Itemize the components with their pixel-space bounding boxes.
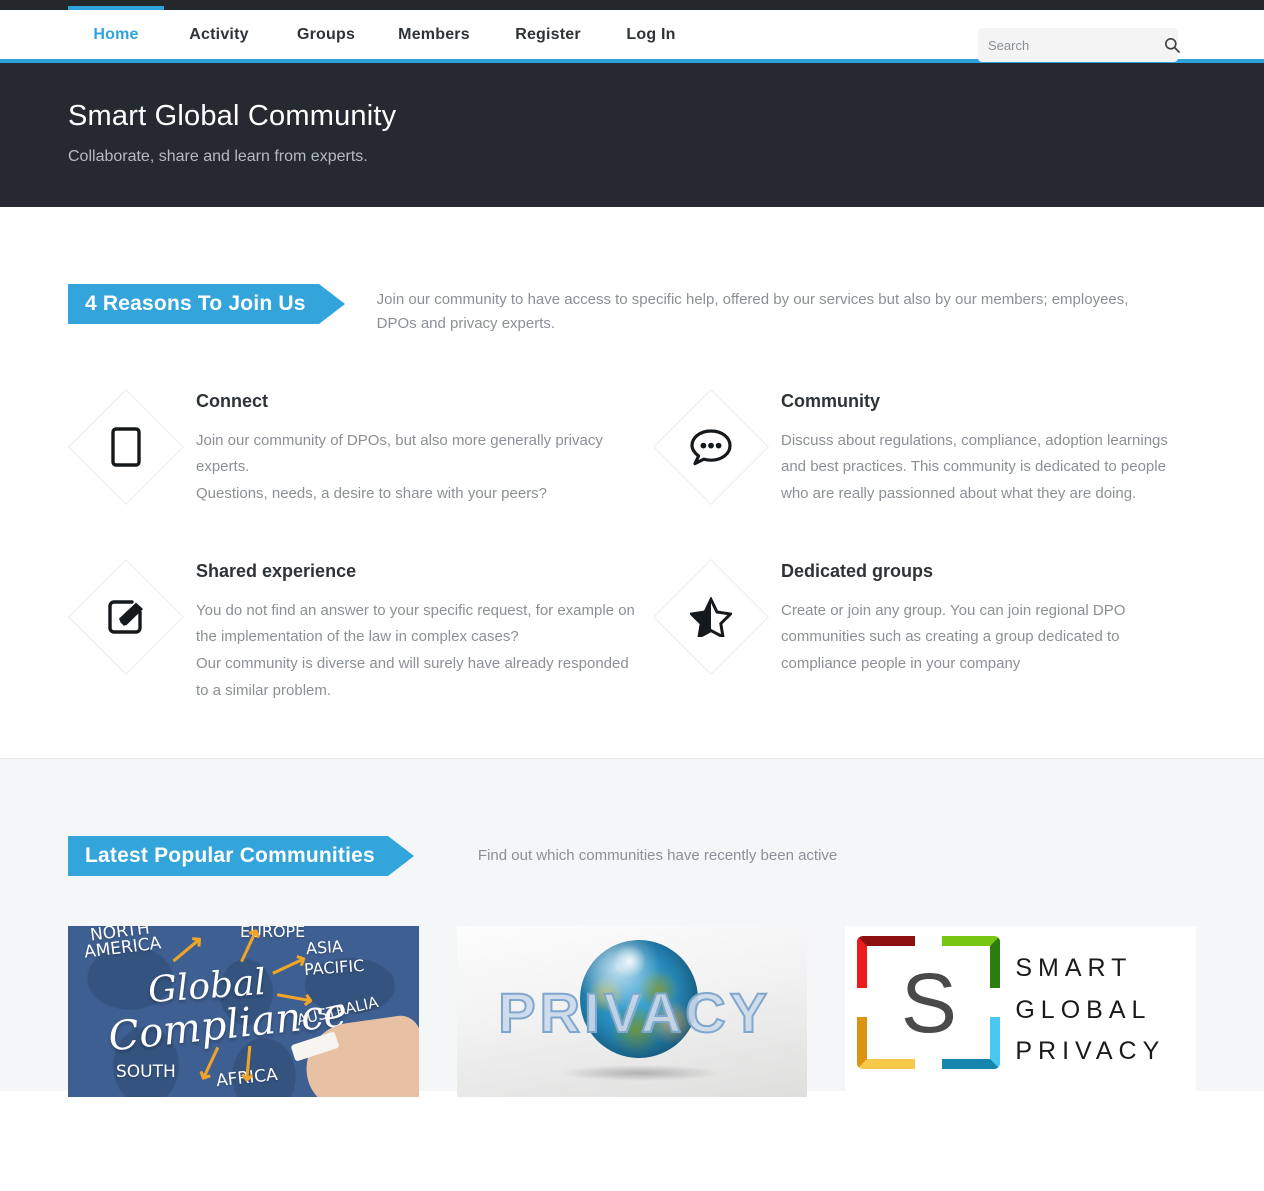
feature-text: Discuss about regulations, compliance, a… xyxy=(781,431,1168,502)
map-label-asia: ASIA xyxy=(305,937,344,959)
features-grid: Connect Join our community of DPOs, but … xyxy=(0,383,1264,705)
reasons-description: Join our community to have access to spe… xyxy=(376,291,1129,333)
nav-item-members[interactable]: Members xyxy=(378,10,490,59)
reasons-ribbon: 4 Reasons To Join Us xyxy=(68,284,345,324)
nav-menu: Home Activity Groups Members Register Lo… xyxy=(68,10,696,59)
admin-top-strip xyxy=(0,0,1264,10)
nav-item-register[interactable]: Register xyxy=(490,10,606,59)
feature-title: Connect xyxy=(196,390,268,411)
speech-bubble-icon xyxy=(690,428,732,465)
page-title: Smart Global Community xyxy=(68,100,397,132)
smart-global-privacy-thumbnail[interactable]: S SMART GLOBAL PRIVACY xyxy=(845,926,1197,1098)
globe-shadow xyxy=(560,1065,719,1082)
feature-community: Community Discuss about regulations, com… xyxy=(653,383,1196,508)
privacy-image: PRIVACY xyxy=(456,926,808,1098)
nav-item-login[interactable]: Log In xyxy=(606,10,696,59)
logo-word-privacy: PRIVACY xyxy=(1015,1036,1166,1065)
feature-shared-experience: Shared experience You do not find an ans… xyxy=(68,553,653,705)
community-cards: NORTH AMERICA EUROPE ASIA PACIFIC AUSTRA… xyxy=(0,926,1264,1098)
global-compliance-thumbnail[interactable]: NORTH AMERICA EUROPE ASIA PACIFIC AUSTRA… xyxy=(68,926,419,1098)
feature-dedicated-groups: Dedicated groups Create or join any grou… xyxy=(653,553,1196,705)
edit-pencil-icon xyxy=(108,599,143,634)
logo-word-smart: SMART xyxy=(1015,954,1133,983)
community-card[interactable]: S SMART GLOBAL PRIVACY xyxy=(845,926,1197,1098)
search-submit-button[interactable] xyxy=(1164,36,1180,54)
feature-icon-frame xyxy=(653,558,769,675)
feature-text: Join our community of DPOs, but also mor… xyxy=(196,431,603,502)
logo-wordmark: SMART GLOBAL PRIVACY xyxy=(1015,948,1165,1072)
logo-word-global: GLOBAL xyxy=(1015,995,1152,1024)
map-label-south: SOUTH xyxy=(116,1062,176,1083)
logo-monogram: S xyxy=(900,955,957,1050)
nav-item-activity[interactable]: Activity xyxy=(164,10,274,59)
feature-text: You do not find an answer to your specif… xyxy=(196,601,635,699)
feature-text: Create or join any group. You can join r… xyxy=(781,601,1126,673)
hero-banner: Smart Global Community Collaborate, shar… xyxy=(0,63,1264,207)
feature-icon-frame xyxy=(653,388,769,505)
communities-section: Latest Popular Communities Find out whic… xyxy=(0,758,1264,1098)
reasons-ribbon-label: 4 Reasons To Join Us xyxy=(85,292,306,315)
search-box[interactable] xyxy=(978,28,1180,62)
community-card[interactable]: PRIVACY xyxy=(456,926,808,1098)
communities-description: Find out which communities have recently… xyxy=(477,847,838,865)
reasons-heading-row: 4 Reasons To Join Us Join our community … xyxy=(0,284,1264,337)
bracket-mark-graphic: S xyxy=(857,936,1001,1070)
arrow-icon: ⟶ xyxy=(232,1044,266,1084)
page-subtitle: Collaborate, share and learn from expert… xyxy=(68,147,368,165)
feature-title: Dedicated groups xyxy=(781,560,934,581)
communities-ribbon: Latest Popular Communities xyxy=(68,836,414,877)
privacy-thumbnail[interactable]: PRIVACY xyxy=(456,926,808,1098)
half-star-icon xyxy=(690,596,732,637)
main-navbar: Home Activity Groups Members Register Lo… xyxy=(0,10,1264,63)
smart-global-privacy-logo: S SMART GLOBAL PRIVACY xyxy=(845,926,1197,1098)
image-word-privacy: PRIVACY xyxy=(497,980,772,1045)
nav-item-groups[interactable]: Groups xyxy=(274,10,378,59)
tablet-icon xyxy=(111,426,141,467)
feature-title: Community xyxy=(781,390,880,411)
feature-title: Shared experience xyxy=(196,560,357,581)
search-input[interactable] xyxy=(988,37,1164,53)
feature-connect: Connect Join our community of DPOs, but … xyxy=(68,383,653,508)
communities-heading-row: Latest Popular Communities Find out whic… xyxy=(0,836,1264,877)
community-card[interactable]: NORTH AMERICA EUROPE ASIA PACIFIC AUSTRA… xyxy=(68,926,419,1098)
communities-ribbon-label: Latest Popular Communities xyxy=(85,844,375,868)
nav-item-home[interactable]: Home xyxy=(68,10,164,59)
feature-icon-frame xyxy=(68,388,184,505)
reasons-section: 4 Reasons To Join Us Join our community … xyxy=(0,207,1264,705)
feature-icon-frame xyxy=(68,558,184,675)
search-icon xyxy=(1165,38,1180,53)
global-compliance-image: NORTH AMERICA EUROPE ASIA PACIFIC AUSTRA… xyxy=(68,926,419,1098)
